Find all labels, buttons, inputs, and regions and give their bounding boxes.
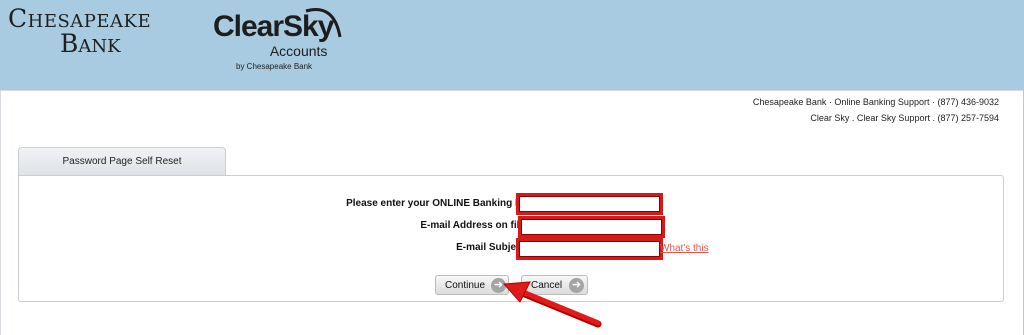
email-input[interactable]: [518, 216, 665, 238]
continue-button[interactable]: Continue ➜: [435, 275, 509, 295]
chesapeake-bank-logo[interactable]: Chesapeake Bank: [8, 6, 151, 57]
subject-input[interactable]: [516, 238, 663, 260]
support-line-chesapeake: Chesapeake Bank · Online Banking Support…: [752, 97, 999, 107]
clearsky-logo-byline: by Chesapeake Bank: [236, 62, 313, 71]
chesapeake-logo-line1: Chesapeake: [8, 4, 152, 33]
email-label: E-mail Address on file: [420, 220, 525, 231]
clearsky-logo[interactable]: ClearSky Accounts by Chesapeake Bank: [213, 10, 334, 72]
banking-id-input[interactable]: [516, 193, 663, 215]
support-line-clearsky: Clear Sky . Clear Sky Support . (877) 25…: [810, 113, 999, 123]
email-row: E-mail Address on file: [19, 215, 1003, 238]
subject-label: E-mail Subject: [456, 242, 525, 253]
continue-button-label: Continue: [445, 280, 486, 291]
banking-id-row: Please enter your ONLINE Banking ID: [19, 193, 1003, 215]
banking-id-label: Please enter your ONLINE Banking ID: [346, 198, 525, 209]
clearsky-logo-subtitle: Accounts: [269, 43, 328, 59]
support-info: Chesapeake Bank · Online Banking Support…: [753, 94, 999, 126]
whats-this-link[interactable]: What's this: [660, 243, 709, 254]
site-header: Chesapeake Bank ClearSky Accounts by Che…: [0, 0, 1024, 90]
chesapeake-logo-line2: Bank: [60, 29, 121, 58]
tab-password-reset[interactable]: Password Page Self Reset: [18, 147, 226, 175]
red-arrow-annotation-icon: [502, 281, 602, 328]
clearsky-logo-title: ClearSky: [213, 10, 334, 43]
subject-row: E-mail Subject What's this: [19, 237, 1003, 260]
